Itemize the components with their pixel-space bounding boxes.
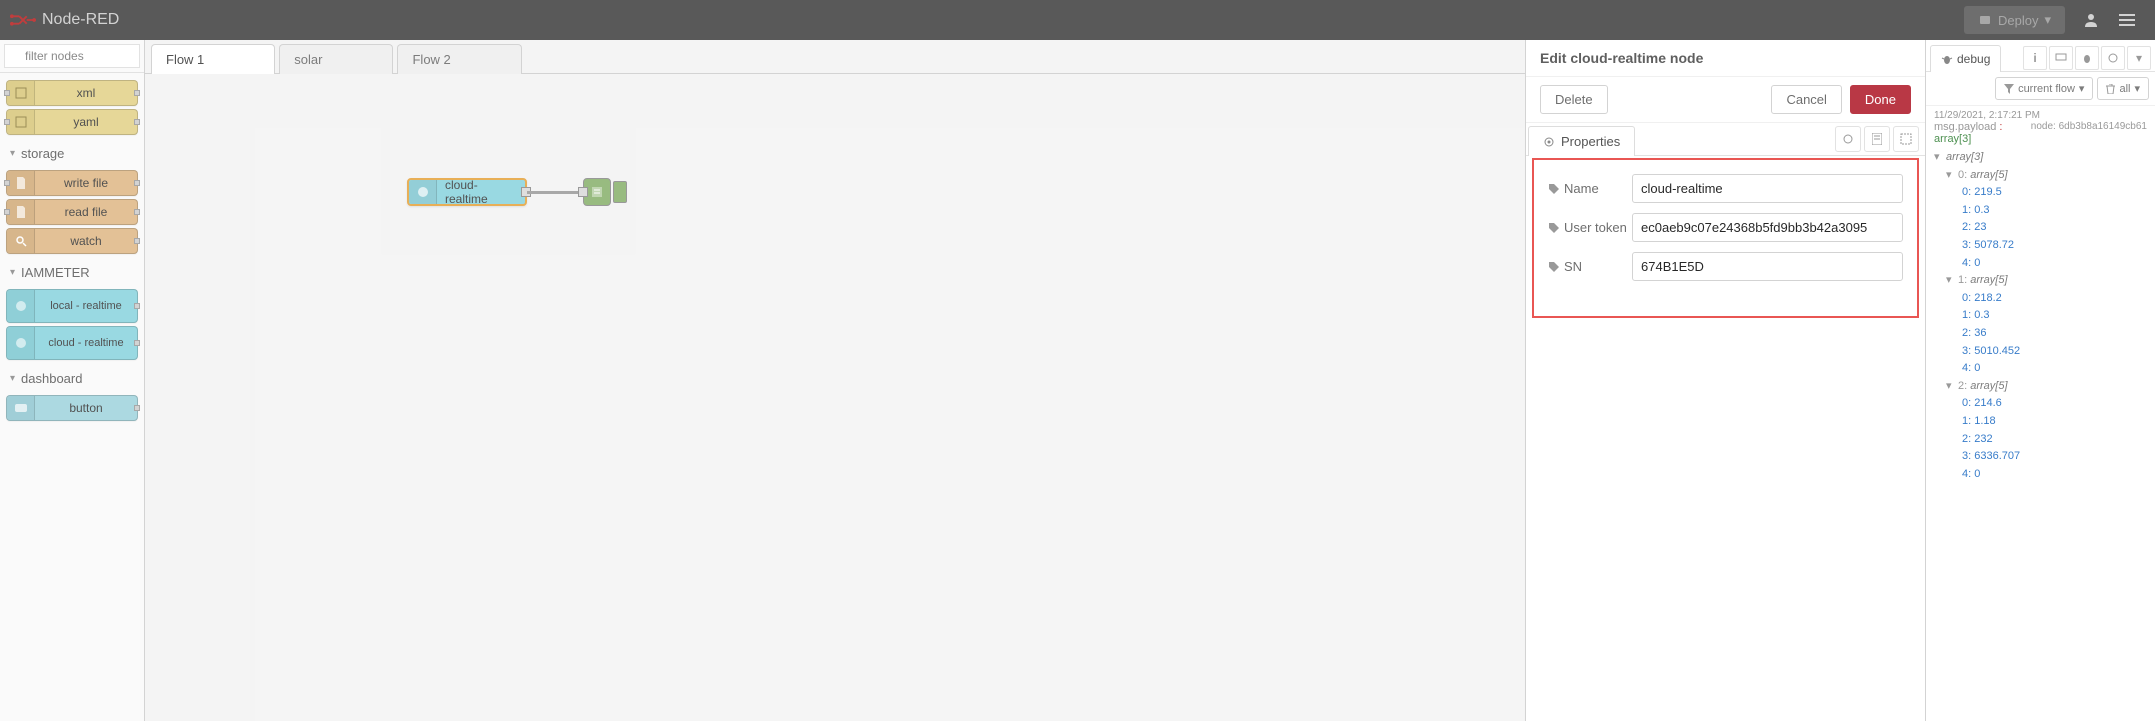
menu-icon[interactable] [2109, 2, 2145, 38]
delete-button[interactable]: Delete [1540, 85, 1608, 114]
edit-panel: Edit cloud-realtime node Delete Cancel D… [1525, 40, 1925, 721]
debug-msg-meta: 11/29/2021, 2:17:21 PM node: 6db3b8a1614… [1934, 110, 2147, 121]
node-description-icon[interactable] [1864, 126, 1890, 152]
palette-node-xml[interactable]: xml [6, 80, 138, 106]
workspace: Flow 1 solar Flow 2 cloud-realtime [145, 40, 1525, 721]
chevron-down-icon: ▾ [2044, 12, 2051, 28]
palette-node-local-realtime[interactable]: local - realtime [6, 289, 138, 323]
debug-icon [590, 185, 604, 199]
sidebar-tabs: debug i ▾ [1926, 40, 2155, 72]
node-settings-icon[interactable] [1835, 126, 1861, 152]
flow-tabs: Flow 1 solar Flow 2 [145, 40, 1525, 74]
tab-flow-1[interactable]: Flow 1 [151, 44, 275, 74]
debug-messages[interactable]: 11/29/2021, 2:17:21 PM node: 6db3b8a1614… [1926, 106, 2155, 721]
sn-label: SN [1548, 259, 1632, 274]
file-icon [7, 171, 35, 195]
chevron-down-icon: ▾ [10, 267, 15, 278]
tag-icon [1548, 261, 1560, 273]
palette-filter-input[interactable] [4, 44, 140, 68]
debug-filter-bar: current flow ▾ all ▾ [1926, 72, 2155, 106]
button-icon [7, 396, 35, 420]
main-layout: xml yaml ▾ storage write file read file [0, 40, 2155, 721]
sn-input[interactable] [1632, 252, 1903, 281]
file-icon [7, 200, 35, 224]
token-label: User token [1548, 220, 1632, 235]
palette-filter [0, 40, 144, 73]
palette-node-watch[interactable]: watch [6, 228, 138, 254]
cancel-button[interactable]: Cancel [1771, 85, 1841, 114]
flow-canvas[interactable]: cloud-realtime [145, 74, 1525, 721]
edit-panel-title: Edit cloud-realtime node [1526, 40, 1925, 77]
name-input[interactable] [1632, 174, 1903, 203]
name-label: Name [1548, 181, 1632, 196]
app-header: Node-RED Deploy ▾ [0, 0, 2155, 40]
palette-node-button[interactable]: button [6, 395, 138, 421]
palette-category-iammeter[interactable]: ▾ IAMMETER [6, 257, 138, 286]
clear-all-button[interactable]: all ▾ [2097, 77, 2149, 100]
canvas-node-cloud-realtime[interactable]: cloud-realtime [407, 178, 527, 206]
properties-tab[interactable]: Properties [1528, 126, 1635, 156]
tag-icon [1548, 183, 1560, 195]
palette-node-cloud-realtime[interactable]: cloud - realtime [6, 326, 138, 360]
trash-icon [2106, 84, 2115, 94]
properties-form: Name User token SN [1532, 158, 1919, 318]
node-type-icon [7, 110, 35, 134]
info-icon[interactable]: i [2023, 46, 2047, 70]
deploy-button[interactable]: Deploy ▾ [1964, 6, 2065, 34]
user-icon[interactable] [2073, 2, 2109, 38]
gauge-icon [7, 290, 35, 322]
chevron-down-icon: ▾ [2079, 82, 2085, 95]
debug-node-toggle[interactable] [613, 181, 627, 203]
tag-icon [1548, 222, 1560, 234]
nodered-logo-icon [10, 13, 36, 27]
gear-icon [1543, 136, 1555, 148]
field-user-token: User token [1548, 213, 1903, 242]
app-logo: Node-RED [10, 11, 119, 29]
token-input[interactable] [1632, 213, 1903, 242]
field-sn: SN [1548, 252, 1903, 281]
tab-flow-2[interactable]: Flow 2 [397, 44, 521, 74]
chevron-down-icon[interactable]: ▾ [2127, 46, 2151, 70]
gauge-icon [409, 180, 437, 204]
node-wire[interactable] [527, 191, 583, 194]
chevron-down-icon: ▾ [10, 148, 15, 159]
palette-category-storage[interactable]: ▾ storage [6, 138, 138, 167]
filter-current-flow-button[interactable]: current flow ▾ [1995, 77, 2093, 100]
field-name: Name [1548, 174, 1903, 203]
gauge-icon [7, 327, 35, 359]
tab-solar[interactable]: solar [279, 44, 393, 74]
chevron-down-icon: ▾ [10, 373, 15, 384]
done-button[interactable]: Done [1850, 85, 1911, 114]
node-input-port[interactable] [578, 187, 588, 197]
config-icon[interactable] [2101, 46, 2125, 70]
palette-node-write-file[interactable]: write file [6, 170, 138, 196]
palette-node-read-file[interactable]: read file [6, 199, 138, 225]
filter-icon [2004, 84, 2014, 94]
debug-tree[interactable]: ▾array[3]▾0: array[5]0: 219.51: 0.32: 23… [1934, 149, 2147, 483]
chevron-down-icon: ▾ [2134, 82, 2140, 95]
app-title: Node-RED [42, 11, 119, 29]
bug-icon [1941, 53, 1953, 65]
bug-tab-icon[interactable] [2075, 46, 2099, 70]
node-appearance-icon[interactable] [1893, 126, 1919, 152]
canvas-node-debug[interactable] [583, 178, 611, 206]
palette-node-yaml[interactable]: yaml [6, 109, 138, 135]
node-type-icon [7, 81, 35, 105]
edit-panel-actions: Delete Cancel Done [1526, 77, 1925, 123]
palette-category-dashboard[interactable]: ▾ dashboard [6, 363, 138, 392]
palette-body[interactable]: xml yaml ▾ storage write file read file [0, 73, 144, 721]
node-palette: xml yaml ▾ storage write file read file [0, 40, 145, 721]
help-icon[interactable] [2049, 46, 2073, 70]
search-icon [7, 229, 35, 253]
debug-sidebar: debug i ▾ current flow ▾ all ▾ [1925, 40, 2155, 721]
debug-tab[interactable]: debug [1930, 45, 2001, 72]
edit-panel-tabs: Properties [1526, 123, 1925, 156]
